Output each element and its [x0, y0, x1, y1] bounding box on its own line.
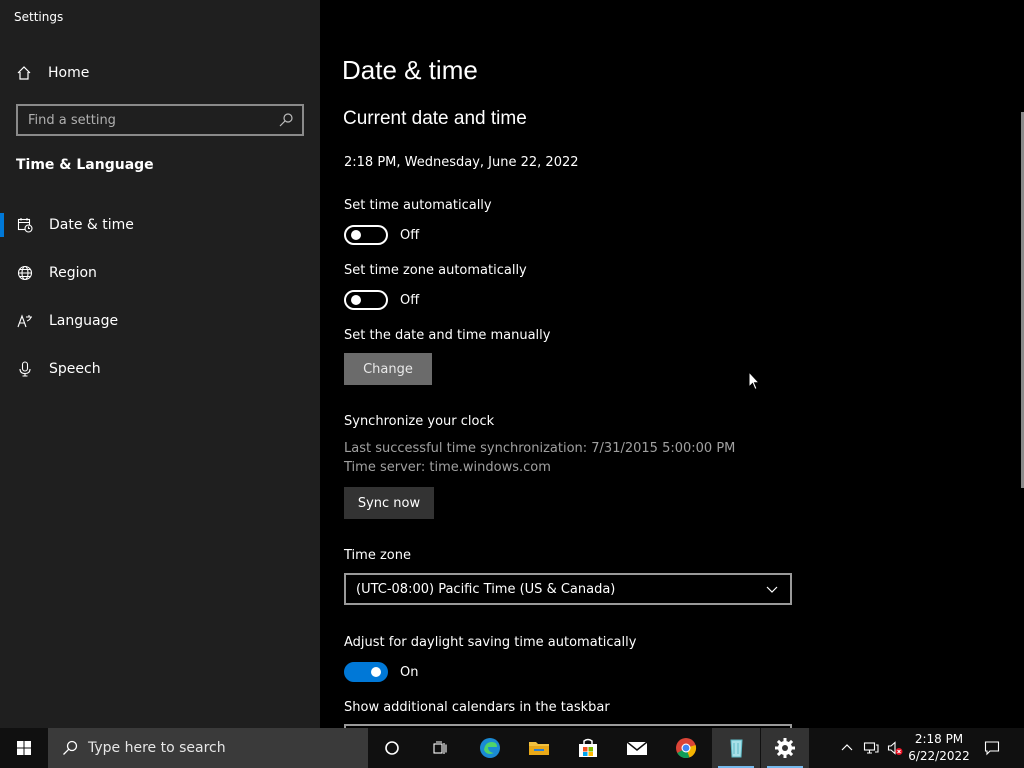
chevron-down-icon [764, 581, 780, 597]
mail-taskbar-button[interactable] [613, 728, 661, 768]
language-icon [17, 313, 33, 329]
taskbar-search-placeholder: Type here to search [88, 740, 226, 756]
start-button[interactable] [0, 728, 48, 768]
toggle-state: Off [400, 292, 420, 308]
chrome-taskbar-button[interactable] [662, 728, 710, 768]
mail-envelope-icon [626, 737, 648, 759]
cortana-button[interactable] [368, 728, 416, 768]
notification-icon [984, 740, 1000, 756]
cortana-circle-icon [384, 740, 400, 756]
timezone-select[interactable]: (UTC-08:00) Pacific Time (US & Canada) [344, 573, 792, 605]
network-tray-button[interactable] [860, 728, 882, 768]
sidebar-item-speech[interactable]: Speech [0, 351, 320, 387]
sidebar-item-label: Region [49, 265, 97, 281]
toggle-state: Off [400, 227, 420, 243]
store-bag-icon [577, 737, 599, 759]
clock-time: 2:18 PM [914, 732, 964, 746]
windows-logo-icon [16, 740, 32, 756]
search-icon[interactable] [278, 112, 294, 128]
nav-home[interactable]: Home [0, 58, 320, 88]
toggle-switch[interactable] [344, 290, 388, 310]
folder-icon [528, 737, 550, 759]
manual-datetime-label: Set the date and time manually [344, 328, 551, 343]
sidebar-item-language[interactable]: Language [0, 303, 320, 339]
toggle-state: On [400, 664, 419, 680]
sidebar-item-region[interactable]: Region [0, 255, 320, 291]
edge-taskbar-button[interactable] [466, 728, 514, 768]
globe-icon [17, 265, 33, 281]
time-server-text: Time server: time.windows.com [344, 460, 551, 475]
main-content: Date & time Current date and time 2:18 P… [320, 0, 1024, 732]
section-title-current-date: Current date and time [343, 108, 527, 129]
network-icon [863, 740, 879, 756]
mouse-cursor-icon [748, 370, 761, 395]
timezone-label: Time zone [344, 548, 411, 563]
task-view-icon [432, 740, 448, 756]
sidebar: Settings Home Time & Language Date & tim… [0, 0, 320, 728]
clock-date: 6/22/2022 [908, 749, 970, 763]
sync-title: Synchronize your clock [344, 414, 495, 429]
timezone-value: (UTC-08:00) Pacific Time (US & Canada) [356, 581, 616, 597]
toggle-switch[interactable] [344, 662, 388, 682]
sidebar-section-title: Time & Language [16, 157, 154, 173]
action-center-button[interactable] [978, 728, 1006, 768]
nav-home-label: Home [48, 65, 90, 81]
app-taskbar-button[interactable] [712, 728, 760, 768]
volume-tray-button[interactable] [884, 728, 906, 768]
sync-now-button[interactable]: Sync now [344, 487, 434, 519]
search-icon [62, 740, 78, 756]
settings-search-input[interactable] [28, 112, 278, 128]
settings-search-box[interactable] [16, 104, 304, 136]
calendar-clock-icon [17, 217, 33, 233]
set-time-auto-toggle[interactable]: Off [344, 225, 419, 245]
additional-calendars-label: Show additional calendars in the taskbar [344, 700, 610, 715]
last-sync-text: Last successful time synchronization: 7/… [344, 441, 736, 456]
page-title: Date & time [342, 55, 478, 85]
current-datetime: 2:18 PM, Wednesday, June 22, 2022 [344, 155, 579, 170]
gear-icon [774, 737, 796, 759]
app-title: Settings [14, 10, 64, 24]
set-timezone-auto-toggle[interactable]: Off [344, 290, 419, 310]
sidebar-item-label: Date & time [49, 217, 134, 233]
set-timezone-auto-label: Set time zone automatically [344, 263, 527, 278]
volume-muted-icon [887, 740, 903, 756]
microphone-icon [17, 361, 33, 377]
sidebar-item-date-time[interactable]: Date & time [0, 207, 320, 243]
change-button[interactable]: Change [344, 353, 432, 385]
task-view-button[interactable] [416, 728, 464, 768]
taskbar-clock[interactable]: 2:18 PM 6/22/2022 [908, 731, 970, 765]
chrome-browser-icon [675, 737, 697, 759]
edge-browser-icon [479, 737, 501, 759]
taskbar: Type here to search 2:18 PM 6/22/2022 [0, 728, 1024, 768]
store-taskbar-button[interactable] [564, 728, 612, 768]
dst-label: Adjust for daylight saving time automati… [344, 635, 637, 650]
settings-taskbar-button[interactable] [761, 728, 809, 768]
toggle-switch[interactable] [344, 225, 388, 245]
taskbar-search-box[interactable]: Type here to search [48, 728, 368, 768]
sidebar-item-label: Language [49, 313, 119, 329]
sidebar-item-label: Speech [49, 361, 101, 377]
dst-toggle[interactable]: On [344, 662, 418, 682]
chevron-up-icon [839, 740, 855, 756]
home-icon [16, 65, 32, 81]
app-bin-icon [725, 737, 747, 759]
file-explorer-taskbar-button[interactable] [515, 728, 563, 768]
show-hidden-icons-button[interactable] [836, 728, 858, 768]
set-time-auto-label: Set time automatically [344, 198, 492, 213]
